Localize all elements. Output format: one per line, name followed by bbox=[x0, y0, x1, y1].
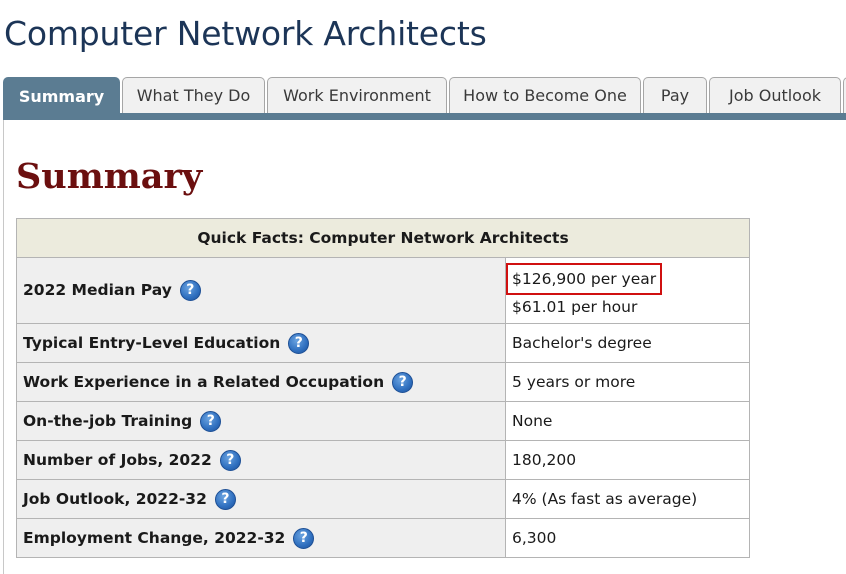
table-row: 2022 Median Pay? $126,900 per year $61.0… bbox=[16, 257, 750, 324]
hourly-pay: $61.01 per hour bbox=[512, 297, 638, 316]
section-heading: Summary bbox=[16, 156, 203, 197]
table-row: Job Outlook, 2022-32? 4% (As fast as ave… bbox=[16, 479, 750, 519]
help-icon[interactable]: ? bbox=[293, 527, 315, 549]
quick-facts-table: Quick Facts: Computer Network Architects… bbox=[16, 218, 750, 558]
table-row: Number of Jobs, 2022? 180,200 bbox=[16, 440, 750, 480]
tab-summary[interactable]: Summary bbox=[3, 77, 120, 115]
row-value-median-pay: $126,900 per year $61.01 per hour bbox=[505, 257, 750, 324]
tab-job-outlook[interactable]: Job Outlook bbox=[709, 77, 841, 113]
row-label-training: On-the-job Training? bbox=[16, 401, 506, 441]
highlighted-annual-pay: $126,900 per year bbox=[506, 262, 663, 295]
help-icon[interactable]: ? bbox=[288, 332, 310, 354]
quick-facts-caption: Quick Facts: Computer Network Architects bbox=[16, 218, 750, 258]
help-icon[interactable]: ? bbox=[214, 488, 236, 510]
table-row: Typical Entry-Level Education? Bachelor'… bbox=[16, 323, 750, 363]
row-value-job-outlook: 4% (As fast as average) bbox=[505, 479, 750, 519]
row-value-training: None bbox=[505, 401, 750, 441]
tab-bar-underline bbox=[3, 113, 846, 120]
help-icon[interactable]: ? bbox=[392, 371, 414, 393]
table-row: Work Experience in a Related Occupation?… bbox=[16, 362, 750, 402]
row-value-education: Bachelor's degree bbox=[505, 323, 750, 363]
help-icon[interactable]: ? bbox=[179, 280, 201, 301]
row-label-number-of-jobs: Number of Jobs, 2022? bbox=[16, 440, 506, 480]
help-icon[interactable]: ? bbox=[200, 410, 222, 432]
content-border bbox=[3, 120, 4, 574]
table-row: Employment Change, 2022-32? 6,300 bbox=[16, 518, 750, 558]
help-icon[interactable]: ? bbox=[219, 449, 241, 471]
table-row: On-the-job Training? None bbox=[16, 401, 750, 441]
row-value-work-experience: 5 years or more bbox=[505, 362, 750, 402]
row-label-work-experience: Work Experience in a Related Occupation? bbox=[16, 362, 506, 402]
row-value-employment-change: 6,300 bbox=[505, 518, 750, 558]
row-label-employment-change: Employment Change, 2022-32? bbox=[16, 518, 506, 558]
row-label-median-pay: 2022 Median Pay? bbox=[16, 257, 506, 324]
tab-pay[interactable]: Pay bbox=[643, 77, 707, 113]
tab-work-environment[interactable]: Work Environment bbox=[267, 77, 447, 113]
row-label-job-outlook: Job Outlook, 2022-32? bbox=[16, 479, 506, 519]
page-title: Computer Network Architects bbox=[4, 14, 487, 53]
tab-what-they-do[interactable]: What They Do bbox=[122, 77, 265, 113]
row-value-number-of-jobs: 180,200 bbox=[505, 440, 750, 480]
tab-how-to-become-one[interactable]: How to Become One bbox=[449, 77, 641, 113]
row-label-education: Typical Entry-Level Education? bbox=[16, 323, 506, 363]
